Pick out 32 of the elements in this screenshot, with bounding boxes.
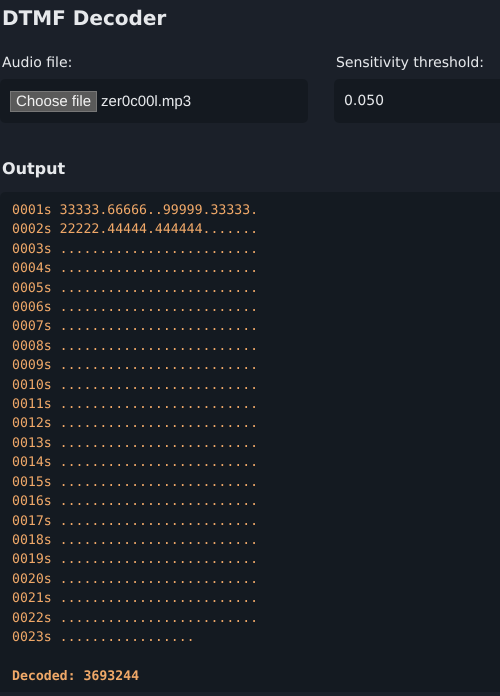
output-line: 0016s ......................... [12, 493, 260, 512]
output-line: 0004s ......................... [12, 260, 260, 278]
output-line: 0017s ......................... [12, 512, 260, 530]
file-input[interactable]: Choose file zer0c00l.mp3 [0, 79, 308, 123]
threshold-input[interactable]: 0.050 [334, 79, 500, 123]
output-line: 0011s ......................... [12, 396, 260, 414]
output-line: 0012s ......................... [12, 415, 260, 434]
output-line: 0021s ......................... [12, 590, 260, 608]
output-line: 0003s ......................... [12, 240, 260, 259]
output-line: 0001s 33333.66666..99999.33333. [12, 202, 260, 220]
choose-file-button[interactable]: Choose file [10, 90, 98, 112]
file-name: zer0c00l.mp3 [101, 92, 192, 110]
output-line: 0010s ......................... [12, 376, 260, 395]
output-line: 0005s ......................... [12, 280, 260, 298]
output-line: 0007s ......................... [12, 318, 260, 336]
output-line: 0018s ......................... [12, 532, 260, 550]
output-line: 0002s 22222.44444.444444....... [12, 221, 260, 240]
output-line: 0019s ......................... [12, 551, 260, 570]
field-label: Audio file: [1, 55, 74, 71]
output-line: 0013s ......................... [12, 434, 260, 453]
output-line: 0006s ......................... [12, 299, 260, 318]
output-line: 0023s ................. [12, 628, 196, 647]
output-line: 0022s ......................... [12, 610, 260, 628]
output-line: 0014s ......................... [12, 454, 260, 472]
output-line: 0008s ......................... [12, 338, 260, 356]
decoded-result: Decoded: 3693244 [12, 669, 140, 684]
output-line: 0009s ......................... [12, 357, 260, 376]
section-heading: Output [2, 159, 66, 178]
output-line: 0020s ......................... [12, 570, 260, 589]
page-title: DTMF Decoder [1, 5, 168, 32]
field-label: Sensitivity threshold: [335, 55, 485, 71]
output-line: 0015s ......................... [12, 474, 260, 492]
